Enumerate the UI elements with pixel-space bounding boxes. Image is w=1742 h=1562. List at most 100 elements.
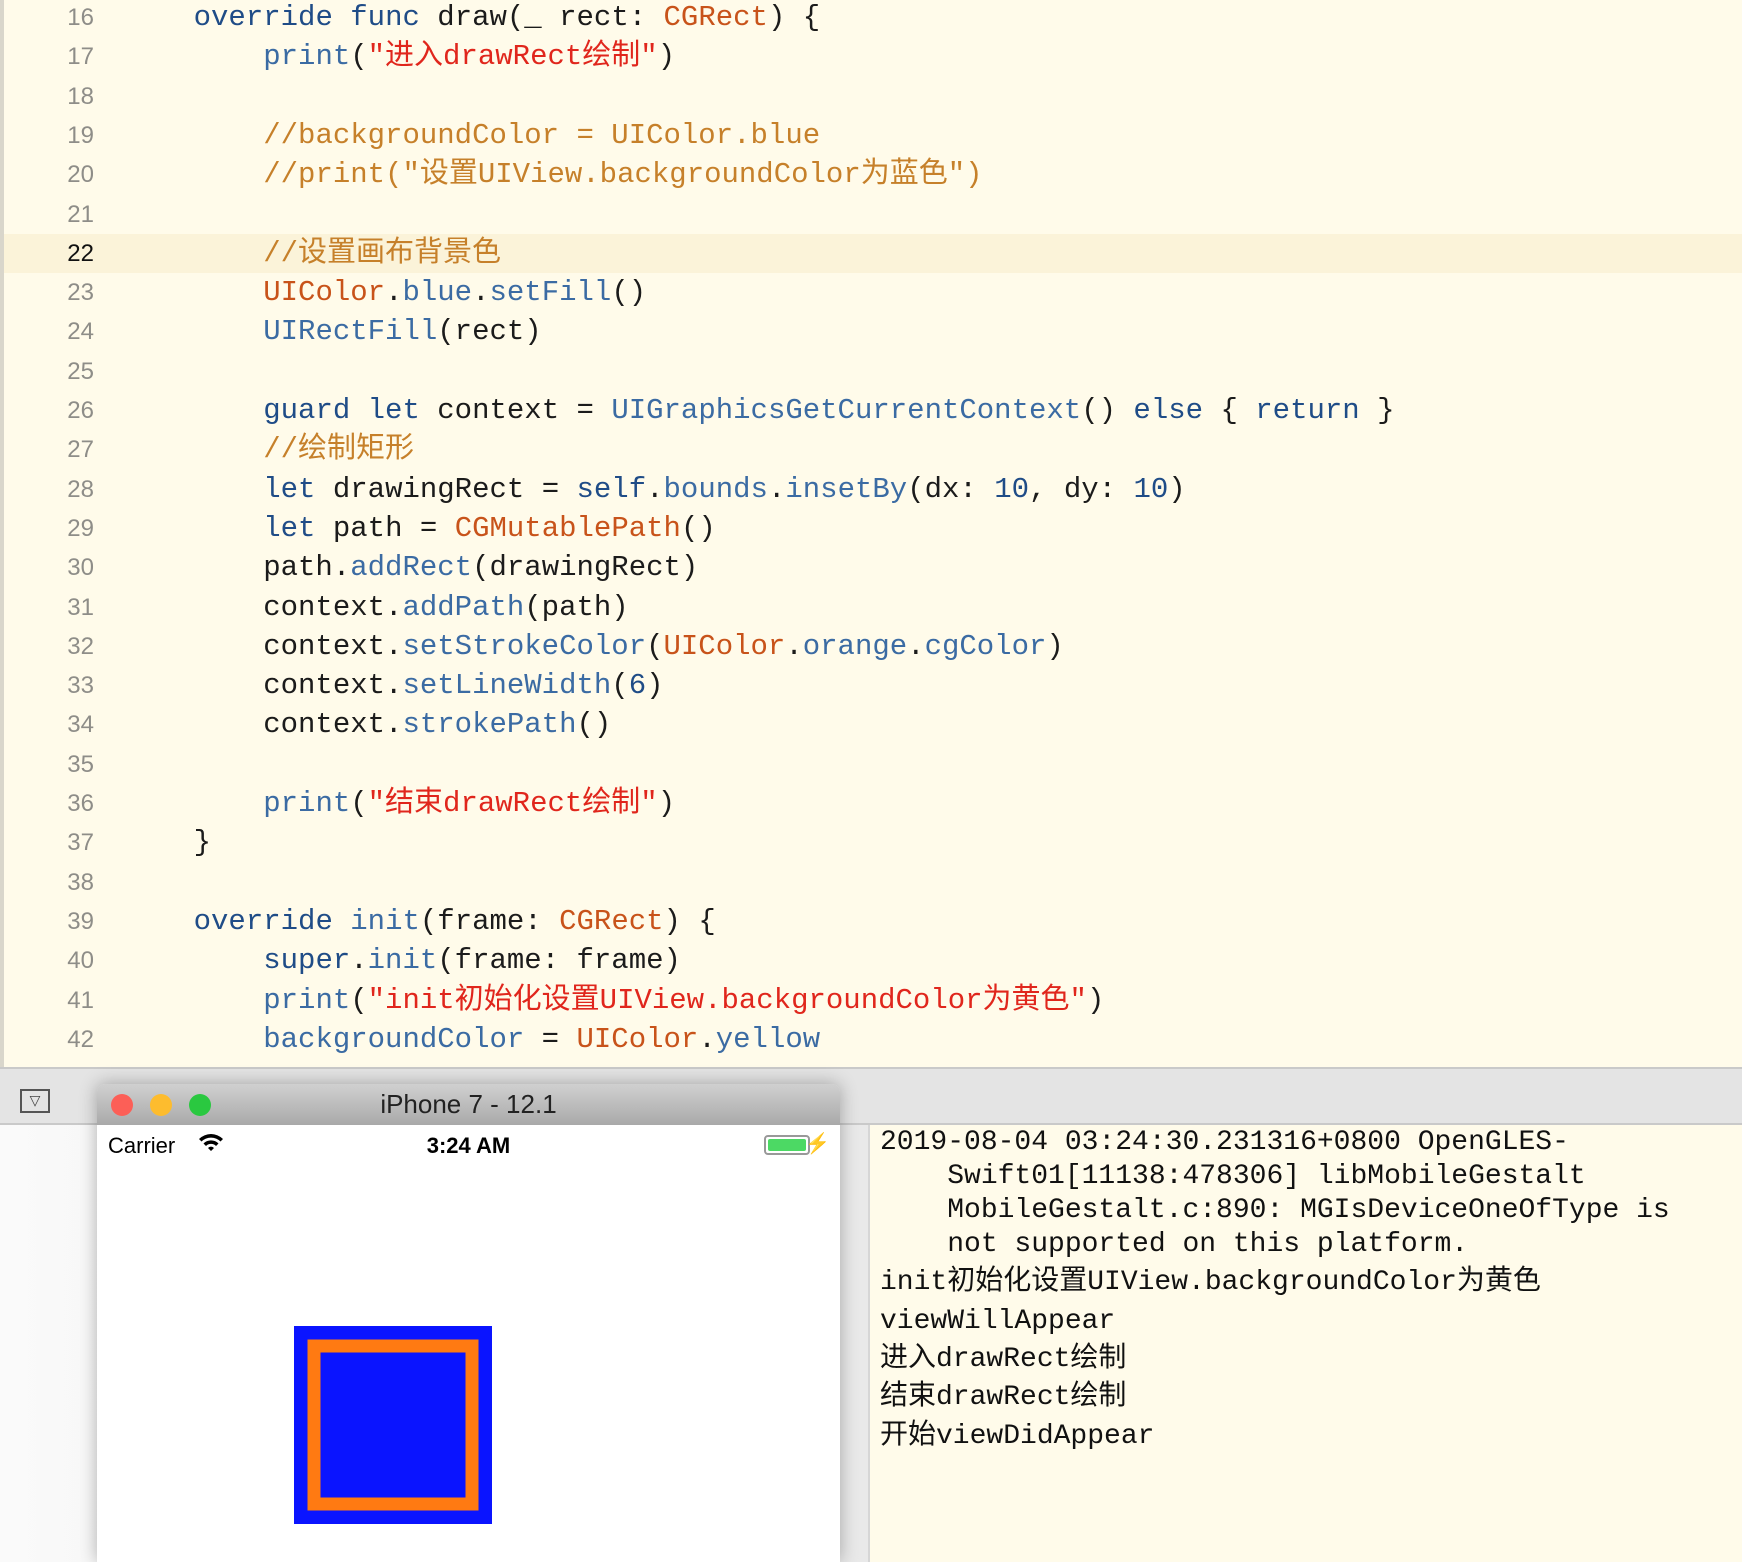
code-token: "结束drawRect绘制" — [367, 787, 658, 820]
code-line[interactable]: 17 print("进入drawRect绘制") — [4, 37, 1742, 76]
code-line[interactable]: 19 //backgroundColor = UIColor.blue — [4, 116, 1742, 155]
code-line[interactable]: 30 path.addRect(drawingRect) — [4, 548, 1742, 587]
code-line[interactable]: 25 — [4, 352, 1742, 391]
line-number: 17 — [67, 43, 94, 71]
line-number: 30 — [67, 554, 94, 582]
code-line[interactable]: 18 — [4, 77, 1742, 116]
code-line[interactable]: 40 super.init(frame: frame) — [4, 941, 1742, 980]
console-line: 开始viewDidAppear — [880, 1421, 1155, 1452]
code-token: init — [367, 944, 438, 978]
hide-debug-area-icon[interactable]: ▽ — [20, 1089, 50, 1113]
code-text: backgroundColor = UIColor.yellow — [124, 1020, 820, 1059]
code-token: () — [680, 511, 716, 545]
code-text: } — [124, 823, 211, 862]
line-number: 32 — [67, 632, 94, 660]
code-token: context = — [419, 394, 612, 427]
console-line: 2019-08-04 03:24:30.231316+0800 OpenGLES… — [880, 1127, 1569, 1158]
code-line[interactable]: 42 backgroundColor = UIColor.yellow — [4, 1020, 1742, 1059]
line-number: 41 — [67, 986, 94, 1014]
code-line[interactable]: 28 let drawingRect = self.bounds.insetBy… — [4, 470, 1742, 509]
code-token: ( — [611, 669, 629, 703]
code-token: (rect) — [437, 315, 542, 349]
console-line: not supported on this platform. — [880, 1229, 1469, 1260]
code-token: CGRect — [663, 1, 768, 34]
code-text: context.setStrokeColor(UIColor.orange.cg… — [124, 627, 1064, 666]
charging-bolt-icon: ⚡ — [805, 1133, 830, 1155]
code-token: blue — [402, 276, 473, 310]
code-line[interactable]: 26 guard let context = UIGraphicsGetCurr… — [4, 391, 1742, 430]
simulator-title-bar[interactable]: iPhone 7 - 12.1 — [97, 1084, 840, 1125]
code-line[interactable]: 34 context.strokePath() — [4, 705, 1742, 744]
console-output[interactable]: 2019-08-04 03:24:30.231316+0800 OpenGLES… — [868, 1125, 1742, 1562]
code-text: UIRectFill(rect) — [124, 312, 542, 351]
line-number: 25 — [67, 357, 94, 385]
code-text: let path = CGMutablePath() — [124, 509, 716, 548]
code-token: 10 — [1133, 472, 1169, 506]
code-token: override — [193, 904, 333, 938]
code-line[interactable]: 32 context.setStrokeColor(UIColor.orange… — [4, 627, 1742, 666]
code-token: CGRect — [559, 904, 664, 938]
code-token: UIColor — [663, 629, 786, 663]
code-line[interactable]: 33 context.setLineWidth(6) — [4, 666, 1742, 705]
code-token: //设置画布背景色 — [263, 236, 502, 270]
code-line[interactable]: 21 — [4, 195, 1742, 234]
code-token: UIColor — [263, 276, 386, 310]
code-line[interactable]: 41 print("init初始化设置UIView.backgroundColo… — [4, 981, 1742, 1020]
code-token: setStrokeColor — [402, 629, 647, 663]
code-line[interactable]: 22 //设置画布背景色 — [4, 233, 1742, 273]
code-line[interactable]: 16 override func draw(_ rect: CGRect) { — [4, 0, 1742, 37]
code-line[interactable]: 36 print("结束drawRect绘制") — [4, 784, 1742, 823]
code-token: draw(_ rect: — [419, 1, 664, 34]
code-token: . — [907, 629, 925, 663]
code-token: //backgroundColor = UIColor.blue — [263, 118, 821, 152]
code-line[interactable]: 27 //绘制矩形 — [4, 430, 1742, 469]
code-line[interactable]: 38 — [4, 863, 1742, 902]
code-text: super.init(frame: frame) — [124, 941, 681, 980]
line-number: 42 — [67, 1025, 94, 1053]
code-token: path = — [315, 511, 455, 545]
source-editor[interactable]: 16 override func draw(_ rect: CGRect) {1… — [0, 0, 1742, 1067]
code-token: print — [263, 40, 351, 74]
code-token: } — [1359, 394, 1395, 427]
code-token: ) — [1086, 983, 1105, 1017]
code-token: insetBy — [785, 472, 908, 506]
device-screen[interactable]: Carrier 3:24 AM ⚡ — [97, 1125, 840, 1562]
console-line: viewWillAppear — [880, 1306, 1116, 1337]
line-number: 18 — [67, 82, 94, 110]
code-token: "init初始化设置UIView.backgroundColor为黄色" — [367, 983, 1087, 1017]
code-line[interactable]: 20 //print("设置UIView.backgroundColor为蓝色"… — [4, 155, 1742, 194]
zoom-button[interactable] — [189, 1094, 211, 1116]
code-token: //绘制矩形 — [263, 433, 415, 467]
line-number: 35 — [67, 750, 94, 778]
code-token: ) { — [767, 1, 821, 34]
code-token: context. — [124, 708, 403, 742]
code-line[interactable]: 23 UIColor.blue.setFill() — [4, 273, 1742, 312]
code-token: guard — [263, 394, 351, 427]
code-line[interactable]: 39 override init(frame: CGRect) { — [4, 902, 1742, 941]
custom-drawn-view — [294, 1326, 492, 1524]
line-number: 38 — [67, 868, 94, 896]
code-line[interactable]: 29 let path = CGMutablePath() — [4, 509, 1742, 548]
simulator-window[interactable]: iPhone 7 - 12.1 Carrier 3:24 AM ⚡ — [97, 1084, 840, 1562]
code-token: (frame: frame) — [437, 944, 681, 978]
code-text: UIColor.blue.setFill() — [124, 273, 646, 312]
line-number: 24 — [67, 318, 94, 346]
code-line[interactable]: 35 — [4, 745, 1742, 784]
code-text: context.addPath(path) — [124, 588, 628, 627]
code-line[interactable]: 24 UIRectFill(rect) — [4, 312, 1742, 351]
code-text: //print("设置UIView.backgroundColor为蓝色") — [124, 155, 982, 194]
code-token: print — [263, 983, 351, 1017]
close-button[interactable] — [111, 1094, 133, 1116]
code-token: orange — [802, 629, 908, 663]
code-text: print("init初始化设置UIView.backgroundColor为黄… — [124, 981, 1104, 1020]
code-token: ( — [646, 629, 664, 663]
code-line[interactable]: 37 } — [4, 823, 1742, 862]
minimize-button[interactable] — [150, 1094, 172, 1116]
code-line[interactable]: 31 context.addPath(path) — [4, 588, 1742, 627]
code-text: //设置画布背景色 — [124, 234, 501, 273]
